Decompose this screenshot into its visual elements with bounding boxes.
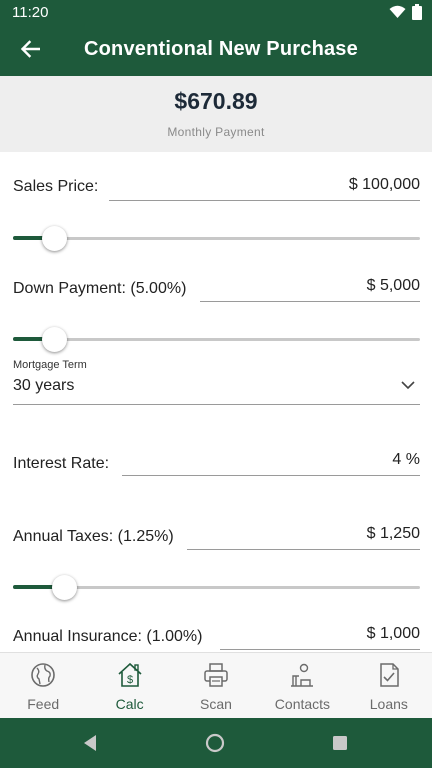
mortgage-term-caption: Mortgage Term [13,359,87,371]
printer-icon [202,662,230,693]
globe-icon [30,662,56,693]
nav-item-contacts[interactable]: Contacts [259,653,345,718]
monthly-payment-label: Monthly Payment [167,125,265,139]
annual-taxes-input[interactable]: $ 1,250 [187,525,420,550]
slider-thumb[interactable] [51,575,77,600]
nav-label-loans: Loans [369,696,408,712]
nav-label-feed: Feed [27,696,60,712]
calculator-form: Sales Price: $ 100,000 Down Payment: (5.… [0,152,432,652]
sales-price-label: Sales Price: [13,178,99,195]
home-circle-icon[interactable] [205,733,225,758]
mortgage-term-select[interactable]: 30 years [13,374,420,405]
svg-text:$: $ [127,674,133,686]
document-check-icon [376,662,402,693]
system-nav-bar [0,718,432,768]
slider-track [13,237,420,240]
monthly-payment-amount: $670.89 [174,88,258,114]
nav-label-contacts: Contacts [274,696,331,712]
status-time: 11:20 [12,4,49,21]
annual-insurance-input[interactable]: $ 1,000 [220,625,420,650]
back-button[interactable] [16,38,44,64]
recents-square-icon[interactable] [332,735,348,756]
down-payment-input[interactable]: $ 5,000 [200,277,420,302]
app-bar: Conventional New Purchase [0,26,432,76]
annual-taxes-slider[interactable] [13,573,420,601]
house-dollar-icon: $ [116,662,144,693]
bottom-nav: Feed $ Calc Scan Contacts Loans [0,652,432,718]
status-icons [389,4,422,25]
status-bar: 11:20 [0,0,432,26]
down-payment-label: Down Payment: (5.00%) [13,280,187,297]
payment-summary: $670.89 Monthly Payment [0,76,432,152]
slider-track [13,338,420,341]
nav-label-scan: Scan [200,696,232,712]
chevron-down-icon [400,378,416,396]
slider-thumb[interactable] [41,327,67,352]
nav-item-feed[interactable]: Feed [0,653,86,718]
wifi-icon [389,5,406,24]
nav-label-calc: Calc [115,696,144,712]
mortgage-term-value: 30 years [13,377,75,394]
nav-item-scan[interactable]: Scan [173,653,259,718]
annual-taxes-label: Annual Taxes: (1.25%) [13,528,174,545]
nav-item-calc[interactable]: $ Calc [86,653,172,718]
contacts-icon [288,662,316,693]
back-triangle-icon[interactable] [82,734,98,757]
annual-insurance-label: Annual Insurance: (1.00%) [13,628,203,645]
slider-thumb[interactable] [41,226,67,251]
interest-rate-label: Interest Rate: [13,455,110,472]
sales-price-slider[interactable] [13,224,420,252]
sales-price-input[interactable]: $ 100,000 [109,176,420,201]
down-payment-slider[interactable] [13,325,420,353]
nav-item-loans[interactable]: Loans [346,653,432,718]
battery-icon [412,4,422,25]
page-title: Conventional New Purchase [84,38,358,60]
interest-rate-input[interactable]: 4 % [122,451,420,476]
arrow-left-icon [20,39,41,63]
